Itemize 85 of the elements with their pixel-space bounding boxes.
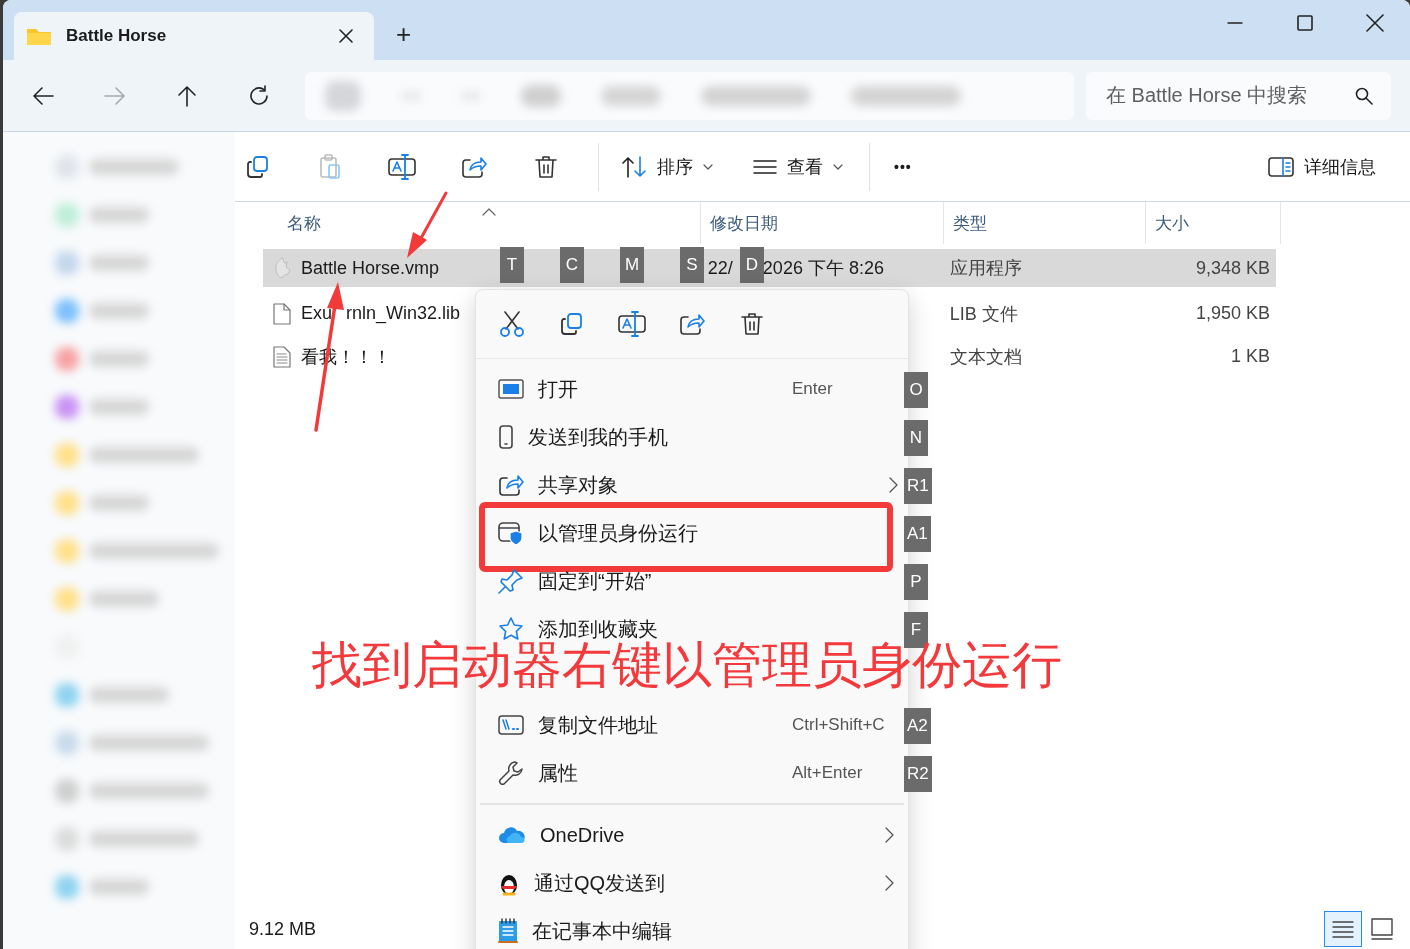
phone-icon: [498, 425, 514, 449]
search-field[interactable]: 在 Battle Horse 中搜索: [1086, 71, 1391, 120]
view-button[interactable]: 查看: [747, 146, 849, 187]
caret-icon: [833, 163, 843, 170]
file-name: Exu: [301, 303, 333, 324]
details-view-icon: [1331, 920, 1355, 938]
clipboard-icon: [318, 153, 342, 180]
key-tip: P: [904, 564, 928, 600]
sort-icon: [621, 155, 647, 178]
key-tip: M: [620, 247, 644, 283]
minimize-icon: [1227, 22, 1243, 24]
copy-icon: [560, 312, 584, 336]
details-pane-icon: [1268, 156, 1294, 177]
trash-icon: [741, 312, 763, 336]
notepad-icon: [498, 918, 518, 944]
share-icon: [498, 473, 524, 497]
key-tip: C: [560, 247, 584, 283]
sort-caret-icon: [481, 208, 496, 216]
file-icon: [273, 302, 291, 325]
wrench-icon: [498, 760, 524, 786]
column-header[interactable]: 大小: [1145, 202, 1281, 244]
rename-icon: [618, 311, 646, 337]
share-icon: [679, 312, 705, 336]
menu-item[interactable]: 通过QQ发送到: [480, 859, 904, 907]
key-tip: O: [904, 372, 928, 408]
up-arrow-icon: [177, 84, 197, 107]
file-size: 9,348 KB: [1194, 257, 1271, 279]
more-button[interactable]: •••: [888, 146, 918, 187]
file-size: 1 KB: [1229, 346, 1271, 367]
key-tip: N: [904, 420, 928, 456]
column-header[interactable]: 名称: [263, 202, 700, 244]
sort-button[interactable]: 排序: [615, 146, 719, 187]
key-tip: A1: [904, 516, 931, 552]
text-file-icon: [273, 345, 291, 368]
tab-title: Battle Horse: [66, 26, 168, 46]
maximize-icon: [1297, 15, 1313, 31]
forward-arrow-icon: [104, 85, 126, 106]
folder-icon: [26, 26, 52, 46]
shortcut-text: Enter: [792, 379, 834, 399]
file-name: Battle Horse.vmp: [301, 257, 440, 279]
menu-item[interactable]: OneDrive: [480, 811, 904, 859]
file-type: 应用程序: [948, 257, 1023, 280]
date-text: 2026 下午 8:26: [762, 257, 884, 280]
close-icon: [1366, 14, 1384, 32]
copy-icon: [246, 154, 270, 179]
annotation-arrow: [407, 191, 448, 258]
refresh-icon: [248, 84, 270, 107]
cloud-icon: [498, 826, 526, 844]
file-type: LIB 文件: [948, 302, 1019, 326]
menu-item[interactable]: 在记事本中编辑: [480, 907, 904, 949]
new-tab-button[interactable]: +: [388, 14, 420, 54]
pin-icon: [498, 568, 524, 594]
tab[interactable]: Battle Horse: [14, 12, 374, 60]
tiles-view-icon: [1371, 918, 1393, 940]
column-header[interactable]: 类型: [943, 202, 1145, 244]
shortcut-text: Alt+Enter: [792, 763, 864, 783]
path-icon: [498, 715, 524, 735]
file-type: 文本文档: [948, 345, 1023, 369]
details-view-button[interactable]: [1324, 911, 1362, 947]
file-size: 1,950 KB: [1194, 303, 1271, 324]
key-tip: R2: [904, 756, 932, 792]
app-icon: [273, 257, 291, 279]
key-tip: R1: [904, 468, 932, 504]
window-icon: [498, 379, 524, 399]
status-text: 9.12 MB: [249, 918, 317, 940]
star-icon: [498, 616, 524, 642]
trash-icon: [535, 154, 557, 179]
details-button[interactable]: 详细信息: [1262, 146, 1382, 187]
back-arrow-icon: [32, 85, 54, 106]
key-tip: T: [500, 247, 524, 283]
file-name: rnln_Win32.lib: [346, 303, 461, 324]
share-icon: [461, 154, 487, 179]
key-tip: S: [680, 247, 704, 283]
column-header[interactable]: 修改日期: [700, 202, 943, 244]
scissors-icon: [500, 311, 524, 337]
close-icon: [338, 28, 354, 44]
date-text: 22/: [707, 257, 733, 279]
shield-icon: [498, 521, 524, 545]
list-view-icon: [753, 158, 777, 175]
shortcut-text: Ctrl+Shift+C: [792, 715, 886, 735]
rename-icon: [388, 153, 416, 180]
key-tip: A2: [904, 708, 931, 744]
search-icon: [1355, 86, 1373, 105]
key-tip: D: [740, 247, 764, 283]
caret-icon: [703, 163, 713, 170]
